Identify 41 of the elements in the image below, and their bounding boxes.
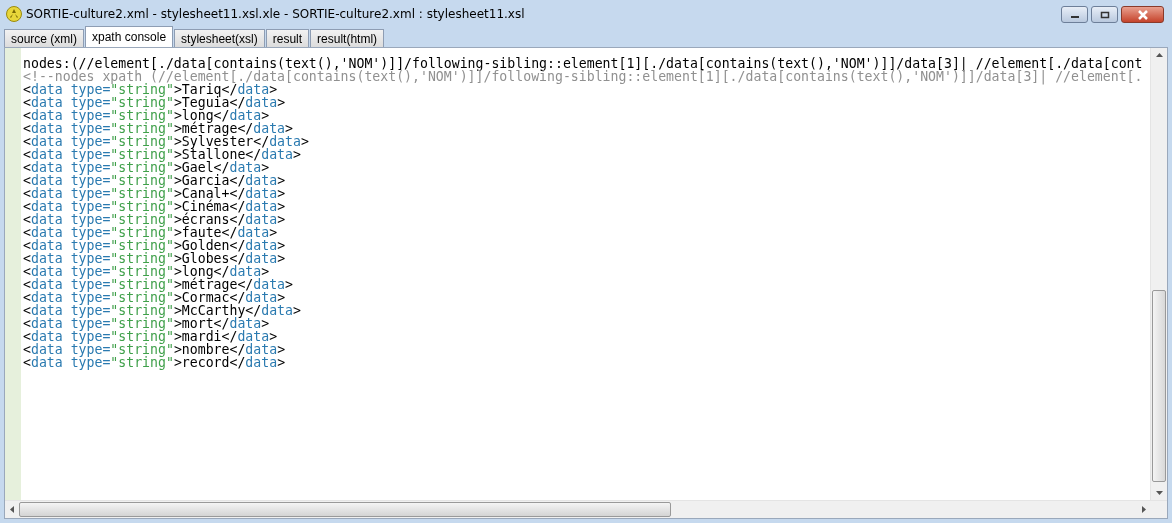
code-line: <data type="string">long</data> bbox=[23, 109, 270, 122]
right-arrow-icon[interactable] bbox=[1142, 506, 1146, 513]
app-icon bbox=[6, 6, 22, 22]
code-line: <data type="string">Globes</data> bbox=[23, 252, 287, 265]
code-line: <data type="string">métrage</data> bbox=[23, 122, 293, 135]
code-line: <data type="string">faute</data> bbox=[23, 226, 279, 239]
minimize-button[interactable] bbox=[1061, 6, 1088, 23]
tab[interactable]: stylesheet(xsl) bbox=[174, 29, 265, 47]
code-line: <!--nodes xpath (//element[./data[contains(text(),'NOM')]]/following-sibling::element[1][./data[contains(text(),'NOM')]]/data[3]| //element[. bbox=[23, 70, 1144, 83]
code-line: <data type="string">métrage</data> bbox=[23, 278, 294, 291]
code-line: <data type="string">Garcia</data> bbox=[23, 174, 287, 187]
close-button[interactable] bbox=[1121, 6, 1164, 23]
maximize-icon bbox=[1099, 10, 1110, 19]
code-line: <data type="string">Cinéma</data> bbox=[23, 200, 287, 213]
tab[interactable]: result(html) bbox=[310, 29, 385, 47]
window-title: SORTIE-culture2.xml - stylesheet11.xsl.xle - SORTIE-culture2.xml : stylesheet11.xsl bbox=[26, 7, 525, 21]
code-line: <data type="string">écrans</data> bbox=[23, 213, 287, 226]
code-line: <data type="string">Golden</data> bbox=[23, 239, 287, 252]
vertical-scrollbar[interactable] bbox=[1150, 48, 1167, 500]
code-line: <data type="string">Tariq</data> bbox=[23, 83, 278, 96]
code-line: <data type="string">Cormac</data> bbox=[23, 291, 286, 304]
left-arrow-icon[interactable] bbox=[10, 506, 14, 513]
close-icon bbox=[1136, 9, 1149, 20]
code-line: nodes:(//element[./data[contains(text(),'NOM')]]/following-sibling::element[1][./data[contains(text(),'NOM')]]/data[3]| //element[./data[cont bbox=[23, 57, 1144, 70]
code-line: <data type="string">McCarthy</data> bbox=[23, 304, 302, 317]
code-line: <data type="string">mort</data> bbox=[23, 317, 271, 330]
code-line: <data type="string">Gael</data> bbox=[23, 161, 270, 174]
up-arrow-icon[interactable] bbox=[1155, 53, 1163, 57]
code-line: <data type="string">Teguia</data> bbox=[23, 96, 287, 109]
tab[interactable]: result bbox=[265, 29, 310, 47]
code-line: <data type="string">long</data> bbox=[23, 265, 270, 278]
down-arrow-icon[interactable] bbox=[1155, 491, 1163, 495]
code-line: <data type="string">Stallone</data> bbox=[23, 148, 302, 161]
maximize-button[interactable] bbox=[1091, 6, 1118, 23]
code-line: <data type="string">Sylvester</data> bbox=[23, 135, 310, 148]
code-line: <data type="string">nombre</data> bbox=[23, 343, 287, 356]
tab[interactable]: source (xml) bbox=[4, 29, 84, 47]
code-line: <data type="string">record</data> bbox=[23, 356, 287, 369]
code-line: <data type="string">mardi</data> bbox=[23, 330, 279, 343]
code-line: <data type="string">Canal+</data> bbox=[23, 187, 287, 200]
tab[interactable]: xpath console bbox=[85, 26, 174, 47]
